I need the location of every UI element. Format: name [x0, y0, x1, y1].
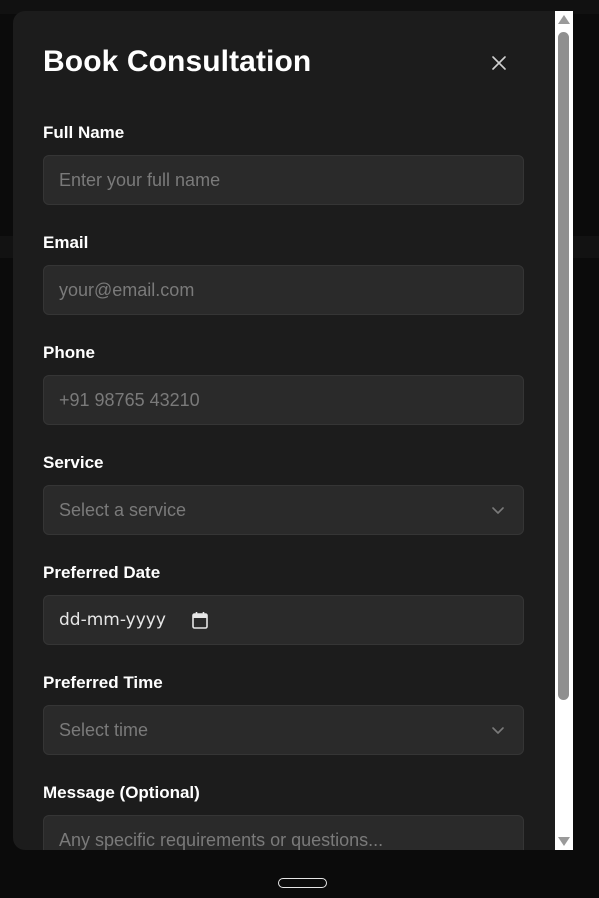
phone-label: Phone: [43, 343, 95, 362]
full-name-label: Full Name: [43, 123, 125, 142]
date-value: dd-mm-yyyy: [59, 610, 166, 630]
time-selected-value: Select time: [59, 719, 149, 740]
email-label: Email: [43, 233, 89, 252]
message-label: Message (Optional): [43, 783, 200, 802]
calendar-icon[interactable]: [192, 611, 208, 629]
chevron-down-icon: [492, 507, 504, 514]
preferred-time-select[interactable]: Select time: [43, 705, 524, 755]
phone-placeholder: +91 98765 43210: [59, 389, 200, 410]
dialog-scrollbar[interactable]: [555, 11, 573, 850]
close-icon: [492, 56, 506, 70]
service-selected-value: Select a service: [59, 499, 187, 520]
home-indicator: [278, 878, 327, 888]
phone-input[interactable]: +91 98765 43210: [43, 375, 524, 425]
booking-dialog: Book Consultation Full Name Enter your f…: [13, 11, 573, 850]
service-label: Service: [43, 453, 104, 472]
preferred-date-input[interactable]: dd-mm-yyyy: [43, 595, 524, 645]
service-select[interactable]: Select a service: [43, 485, 524, 535]
message-textarea[interactable]: Any specific requirements or questions..…: [43, 815, 524, 850]
chevron-down-icon: [492, 727, 504, 734]
message-placeholder: Any specific requirements or questions..…: [59, 830, 384, 850]
preferred-date-label: Preferred Date: [43, 563, 161, 582]
close-button[interactable]: [485, 49, 513, 77]
scroll-up-arrow-icon[interactable]: [558, 15, 570, 24]
email-placeholder: your@email.com: [59, 279, 195, 300]
dialog-content: Book Consultation Full Name Enter your f…: [13, 11, 555, 850]
email-input[interactable]: your@email.com: [43, 265, 524, 315]
full-name-placeholder: Enter your full name: [59, 169, 221, 190]
scroll-thumb[interactable]: [558, 32, 569, 700]
full-name-input[interactable]: Enter your full name: [43, 155, 524, 205]
preferred-time-label: Preferred Time: [43, 673, 163, 692]
dialog-title: Book Consultation: [43, 45, 312, 78]
scroll-down-arrow-icon[interactable]: [558, 837, 570, 846]
